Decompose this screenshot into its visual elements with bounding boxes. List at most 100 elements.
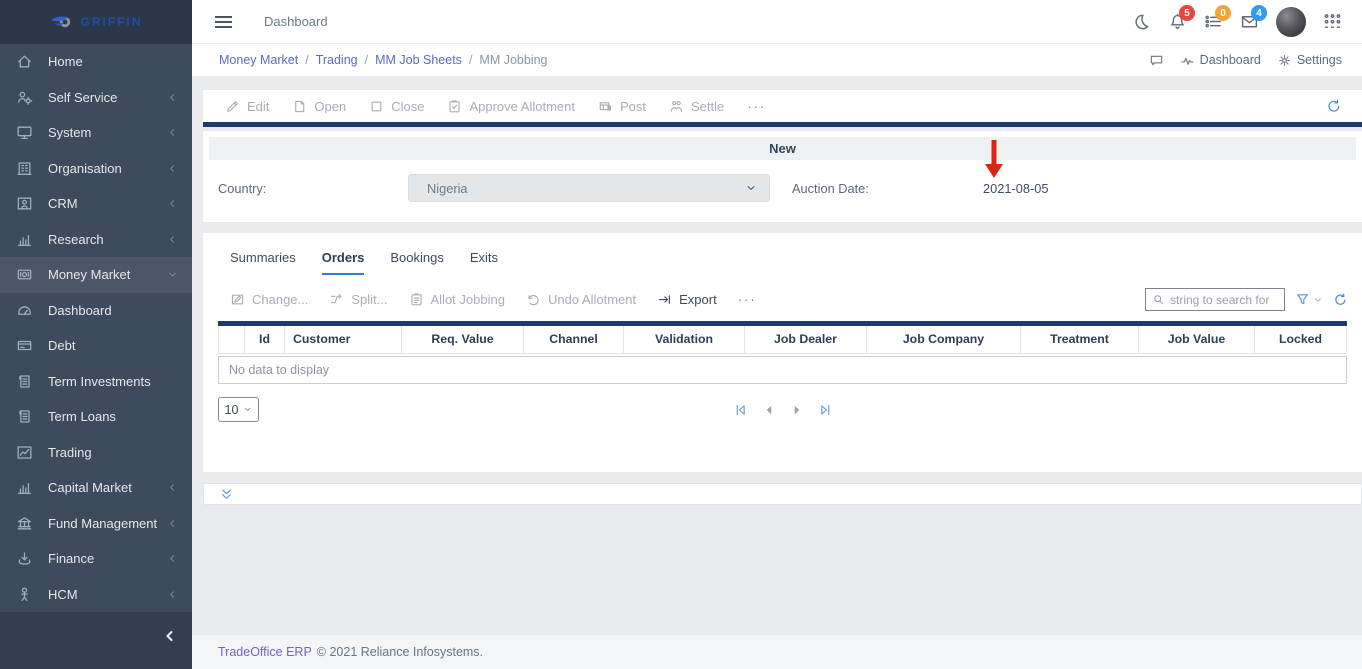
sidebar: GRIFFIN Home Self Service System Organis… xyxy=(0,0,192,669)
quicklink-settings[interactable]: Settings xyxy=(1277,53,1342,68)
breadcrumb-money-market[interactable]: Money Market xyxy=(219,53,298,67)
sidebar-item-trading[interactable]: Trading xyxy=(0,435,192,471)
split-button[interactable]: Split... xyxy=(329,292,387,307)
column-select[interactable] xyxy=(219,326,245,353)
hamburger-menu-button[interactable] xyxy=(215,16,232,28)
last-page-button[interactable] xyxy=(817,402,832,417)
bottom-collapse-panel xyxy=(203,483,1362,505)
export-button[interactable]: Export xyxy=(657,292,717,307)
messages-button[interactable]: 4 xyxy=(1240,12,1259,31)
griffin-logo-icon xyxy=(50,12,74,32)
gear-icon xyxy=(1277,53,1292,68)
page-size-select[interactable]: 10 xyxy=(218,397,259,422)
column-locked[interactable]: Locked xyxy=(1255,326,1347,353)
breadcrumb-separator: / xyxy=(469,53,472,67)
chevron-left-icon xyxy=(167,518,178,529)
monitor-icon xyxy=(16,124,33,141)
app-grid-icon[interactable] xyxy=(1323,12,1342,31)
chat-bubble-icon[interactable] xyxy=(1149,53,1164,68)
refresh-icon[interactable] xyxy=(1326,98,1342,114)
country-select[interactable]: Nigeria xyxy=(408,174,770,202)
sidebar-item-dashboard[interactable]: Dashboard xyxy=(0,293,192,329)
column-channel[interactable]: Channel xyxy=(524,326,624,353)
undo-allotment-button[interactable]: Undo Allotment xyxy=(526,292,636,307)
tradeoffice-erp-link[interactable]: TradeOffice ERP xyxy=(218,645,312,659)
edit-button[interactable]: Edit xyxy=(225,99,269,114)
sidebar-footer xyxy=(0,612,192,669)
sidebar-item-home[interactable]: Home xyxy=(0,44,192,80)
chevron-down-icon xyxy=(243,405,252,414)
brand-logo[interactable]: GRIFFIN xyxy=(0,0,192,44)
tab-bookings[interactable]: Bookings xyxy=(390,250,443,275)
tasks-button[interactable]: 0 xyxy=(1204,12,1223,31)
dark-mode-moon-icon[interactable] xyxy=(1132,12,1151,31)
sidebar-item-hcm[interactable]: HCM xyxy=(0,577,192,613)
sidebar-item-money-market[interactable]: Money Market xyxy=(0,257,192,293)
first-page-button[interactable] xyxy=(733,402,748,417)
allot-jobbing-button[interactable]: Allot Jobbing xyxy=(409,292,505,307)
footer: TradeOffice ERP © 2021 Reliance Infosyst… xyxy=(192,634,1362,669)
quicklink-dashboard[interactable]: Dashboard xyxy=(1180,53,1261,68)
column-req-value[interactable]: Req. Value xyxy=(402,326,524,353)
column-job-value[interactable]: Job Value xyxy=(1139,326,1255,353)
column-validation[interactable]: Validation xyxy=(624,326,745,353)
column-job-company[interactable]: Job Company xyxy=(867,326,1021,353)
app-window: GRIFFIN Home Self Service System Organis… xyxy=(0,0,1362,669)
change-icon xyxy=(230,292,245,307)
tab-orders[interactable]: Orders xyxy=(322,250,365,275)
sidebar-item-debt[interactable]: Debt xyxy=(0,328,192,364)
export-icon xyxy=(657,292,672,307)
column-treatment[interactable]: Treatment xyxy=(1021,326,1139,353)
sidebar-collapse-button[interactable] xyxy=(162,628,178,644)
open-button[interactable]: Open xyxy=(292,99,346,114)
column-id[interactable]: Id xyxy=(245,326,285,353)
sidebar-item-system[interactable]: System xyxy=(0,115,192,151)
sidebar-item-term-loans[interactable]: Term Loans xyxy=(0,399,192,435)
people-icon xyxy=(669,99,684,114)
user-avatar[interactable] xyxy=(1276,7,1306,37)
filter-button[interactable] xyxy=(1295,292,1323,307)
post-button[interactable]: Post xyxy=(598,99,646,114)
breadcrumb-trading[interactable]: Trading xyxy=(316,53,358,67)
column-customer[interactable]: Customer xyxy=(285,326,402,353)
square-icon xyxy=(369,99,384,114)
bar-chart-icon xyxy=(16,231,33,248)
pulse-icon xyxy=(1180,53,1195,68)
clipboard-check-icon xyxy=(447,99,462,114)
chevron-left-icon xyxy=(167,198,178,209)
approve-allotment-button[interactable]: Approve Allotment xyxy=(447,99,575,114)
close-button[interactable]: Close xyxy=(369,99,424,114)
gauge-icon xyxy=(16,302,33,319)
toolbar-more-button[interactable]: ··· xyxy=(747,99,766,114)
sidebar-item-capital-market[interactable]: Capital Market xyxy=(0,470,192,506)
breadcrumb-mm-job-sheets[interactable]: MM Job Sheets xyxy=(375,53,462,67)
credit-card-icon xyxy=(16,337,33,354)
sidebar-item-organisation[interactable]: Organisation xyxy=(0,151,192,187)
breadcrumb-separator: / xyxy=(365,53,368,67)
next-page-button[interactable] xyxy=(789,402,804,417)
sidebar-item-research[interactable]: Research xyxy=(0,222,192,258)
task-badge: 0 xyxy=(1215,5,1231,21)
sidebar-item-crm[interactable]: CRM xyxy=(0,186,192,222)
grid-more-button[interactable]: ··· xyxy=(738,292,757,307)
new-record-panel: New Country: Nigeria Auction Date: 2021-… xyxy=(203,131,1362,222)
sidebar-item-term-investments[interactable]: Term Investments xyxy=(0,364,192,400)
sidebar-item-self-service[interactable]: Self Service xyxy=(0,80,192,116)
search-input[interactable] xyxy=(1170,293,1278,307)
tab-summaries[interactable]: Summaries xyxy=(230,250,296,275)
column-job-dealer[interactable]: Job Dealer xyxy=(745,326,867,353)
notifications-button[interactable]: 5 xyxy=(1168,12,1187,31)
double-chevron-down-icon[interactable] xyxy=(219,487,234,502)
sidebar-item-finance[interactable]: Finance xyxy=(0,541,192,577)
mail-badge: 4 xyxy=(1251,5,1267,21)
auction-date-value: 2021-08-05 xyxy=(983,181,1048,196)
chevron-left-icon xyxy=(167,127,178,138)
previous-page-button[interactable] xyxy=(761,402,776,417)
grid-refresh-icon[interactable] xyxy=(1333,292,1348,307)
change-button[interactable]: Change... xyxy=(230,292,308,307)
pencil-icon xyxy=(225,99,240,114)
tab-exits[interactable]: Exits xyxy=(470,250,498,275)
sidebar-item-fund-management[interactable]: Fund Management xyxy=(0,506,192,542)
settle-button[interactable]: Settle xyxy=(669,99,724,114)
content-area: Edit Open Close Approve Allotment Post xyxy=(192,76,1362,634)
